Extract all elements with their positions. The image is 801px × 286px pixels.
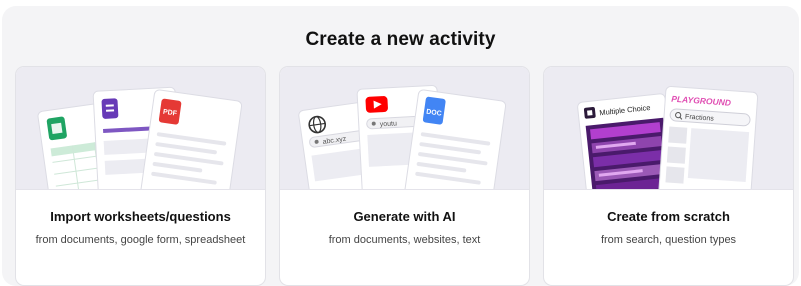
scratch-card-title: Create from scratch: [607, 209, 730, 224]
generate-card-subtitle: from documents, websites, text: [328, 234, 481, 246]
create-from-scratch-card[interactable]: Multiple Choice PLAYGROUND Fractions Cre…: [543, 66, 794, 286]
scratch-card-subtitle: from search, question types: [600, 234, 737, 246]
import-illustration: PDF: [16, 67, 265, 190]
generate-with-ai-card[interactable]: abc.xyz youtu DOC Generate with AI from …: [279, 66, 530, 286]
import-card-subtitle: from documents, google form, spreadsheet: [35, 234, 246, 246]
svg-text:youtu: youtu: [380, 120, 398, 128]
scratch-illustration: Multiple Choice PLAYGROUND Fractions: [544, 67, 793, 190]
playground-doc-icon: PLAYGROUND Fractions: [658, 86, 759, 189]
generate-illustration: abc.xyz youtu DOC: [280, 67, 529, 190]
import-card-title: Import worksheets/questions: [50, 209, 231, 224]
generate-card-title: Generate with AI: [353, 209, 456, 224]
text-doc-icon: DOC: [403, 89, 507, 189]
import-worksheets-card[interactable]: PDF Import worksheets/questions from doc…: [15, 66, 266, 286]
pdf-doc-icon: PDF: [139, 89, 243, 189]
page-title: Create a new activity: [305, 29, 496, 50]
